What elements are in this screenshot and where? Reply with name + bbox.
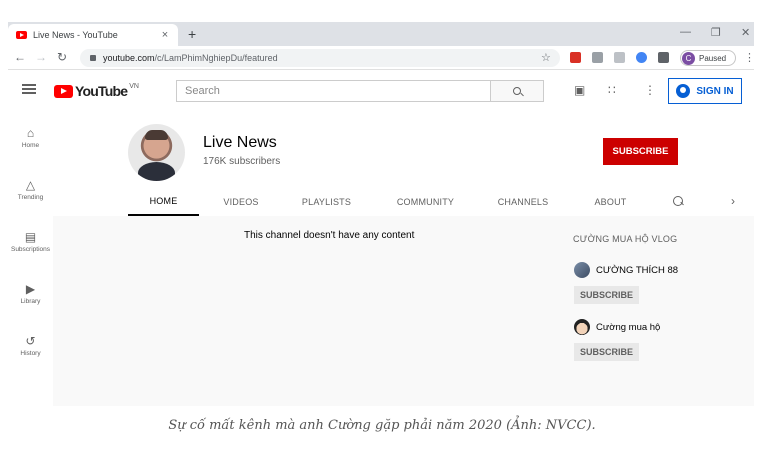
tab-playlists[interactable]: PLAYLISTS <box>289 188 364 216</box>
guide-item-subscriptions[interactable]: ▤ Subscriptions <box>8 230 53 253</box>
featured-channel: Cường mua hộ SUBSCRIBE <box>574 319 660 361</box>
empty-channel-message: This channel doesn't have any content <box>244 230 415 241</box>
create-video-icon[interactable]: ▣ <box>574 83 585 97</box>
account-icon <box>676 84 691 98</box>
tab-close-icon[interactable]: × <box>158 29 172 41</box>
search-icon <box>513 87 521 95</box>
image-caption: Sự cố mất kênh mà anh Cường gặp phải năm… <box>168 418 596 433</box>
history-icon: ↺ <box>25 334 36 348</box>
library-icon: ▶ <box>25 282 36 296</box>
url-host: youtube.com <box>103 53 155 63</box>
guide-label: Home <box>21 142 40 149</box>
avatar-suit <box>138 162 175 181</box>
featured-channel-name: CƯỜNG THÍCH 88 <box>596 264 679 276</box>
channel-name: Live News <box>203 134 277 151</box>
subscriptions-icon: ▤ <box>24 230 37 244</box>
youtube-logo[interactable]: YouTube VN <box>54 83 139 99</box>
guide-item-trending[interactable]: △ Trending <box>8 178 53 201</box>
youtube-favicon-icon <box>16 31 27 39</box>
search-icon <box>673 196 683 206</box>
extension-icon[interactable] <box>592 52 603 63</box>
hamburger-menu-icon[interactable] <box>22 84 36 94</box>
guide-item-history[interactable]: ↺ History <box>8 334 53 357</box>
close-window-icon[interactable]: ✕ <box>741 26 750 39</box>
extension-icon[interactable] <box>636 52 647 63</box>
minimize-icon[interactable]: — <box>680 26 691 38</box>
tab-strip: Live News - YouTube × + — ❐ ✕ <box>8 22 754 46</box>
bookmark-star-icon[interactable]: ☆ <box>541 51 551 64</box>
back-arrow-icon[interactable]: ← <box>14 50 26 64</box>
puzzle-icon[interactable] <box>658 52 669 63</box>
guide-label: Library <box>20 298 41 305</box>
tab-community[interactable]: COMMUNITY <box>383 188 468 216</box>
sign-in-button[interactable]: SIGN IN <box>668 78 742 104</box>
tab-channels[interactable]: CHANNELS <box>483 188 563 216</box>
chevron-right-icon[interactable]: › <box>731 194 735 208</box>
channel-header: Live News 176K subscribers SUBSCRIBE HOM… <box>53 110 754 216</box>
logo-text: YouTube <box>75 83 128 99</box>
subscriber-count: 176K subscribers <box>203 156 281 167</box>
url-bar[interactable]: youtube.com/c/LamPhimNghiepDu/featured <box>80 49 560 67</box>
tab-videos[interactable]: VIDEOS <box>206 188 276 216</box>
browser-window: Live News - YouTube × + — ❐ ✕ ← → ↻ yout… <box>8 22 754 406</box>
url-path: /c/LamPhimNghiepDu/featured <box>154 53 278 63</box>
browser-tab[interactable]: Live News - YouTube × <box>8 24 178 46</box>
search-button[interactable] <box>490 80 544 102</box>
lock-icon <box>90 55 96 61</box>
reload-icon[interactable]: ↻ <box>57 50 67 64</box>
channel-avatar <box>574 262 590 278</box>
channel-search-button[interactable] <box>673 196 683 206</box>
subscribe-button[interactable]: SUBSCRIBE <box>574 286 640 304</box>
avatar-hair <box>145 130 168 140</box>
youtube-header: YouTube VN Search ▣ ∷ ⋮ SIGN IN <box>8 70 754 110</box>
subscribe-button[interactable]: SUBSCRIBE <box>574 343 640 361</box>
restore-icon[interactable]: ❐ <box>711 26 721 39</box>
extension-icon[interactable] <box>614 52 625 63</box>
profile-button[interactable]: C Paused <box>680 50 736 66</box>
channel-avatar[interactable] <box>128 124 185 181</box>
logo-country: VN <box>129 82 139 90</box>
featured-channel-link[interactable]: Cường mua hộ <box>574 319 660 335</box>
tab-about[interactable]: ABOUT <box>583 188 638 216</box>
youtube-play-icon <box>54 84 73 98</box>
featured-channel: CƯỜNG THÍCH 88 SUBSCRIBE <box>574 262 678 304</box>
flame-icon: △ <box>25 178 36 192</box>
apps-grid-icon[interactable]: ∷ <box>608 83 616 97</box>
tab-title: Live News - YouTube <box>33 30 118 40</box>
sign-in-label: SIGN IN <box>696 85 734 97</box>
mini-guide: ⌂ Home △ Trending ▤ Subscriptions ▶ Libr… <box>8 110 53 406</box>
search-input[interactable]: Search <box>176 80 491 102</box>
channel-avatar <box>574 319 590 335</box>
profile-status: Paused <box>699 53 727 63</box>
extension-icon[interactable] <box>570 52 581 63</box>
guide-label: Subscriptions <box>10 246 51 253</box>
featured-channel-name: Cường mua hộ <box>596 321 661 333</box>
guide-label: History <box>20 350 41 357</box>
tab-home[interactable]: HOME <box>128 188 199 216</box>
new-tab-button[interactable]: + <box>188 26 196 42</box>
profile-avatar: C <box>682 51 695 65</box>
address-bar-row: ← → ↻ youtube.com/c/LamPhimNghiepDu/feat… <box>8 46 754 70</box>
subscribe-button[interactable]: SUBSCRIBE <box>603 138 678 165</box>
guide-item-library[interactable]: ▶ Library <box>8 282 53 305</box>
settings-dots-icon[interactable]: ⋮ <box>644 83 656 97</box>
home-icon: ⌂ <box>26 126 35 140</box>
featured-channel-link[interactable]: CƯỜNG THÍCH 88 <box>574 262 678 278</box>
guide-item-home[interactable]: ⌂ Home <box>8 126 53 149</box>
forward-arrow-icon[interactable]: → <box>35 50 47 64</box>
browser-menu-icon[interactable]: ⋮ <box>744 51 754 64</box>
featured-channels-title: CƯỜNG MUA HỘ VLOG <box>573 234 678 244</box>
guide-label: Trending <box>17 194 44 201</box>
